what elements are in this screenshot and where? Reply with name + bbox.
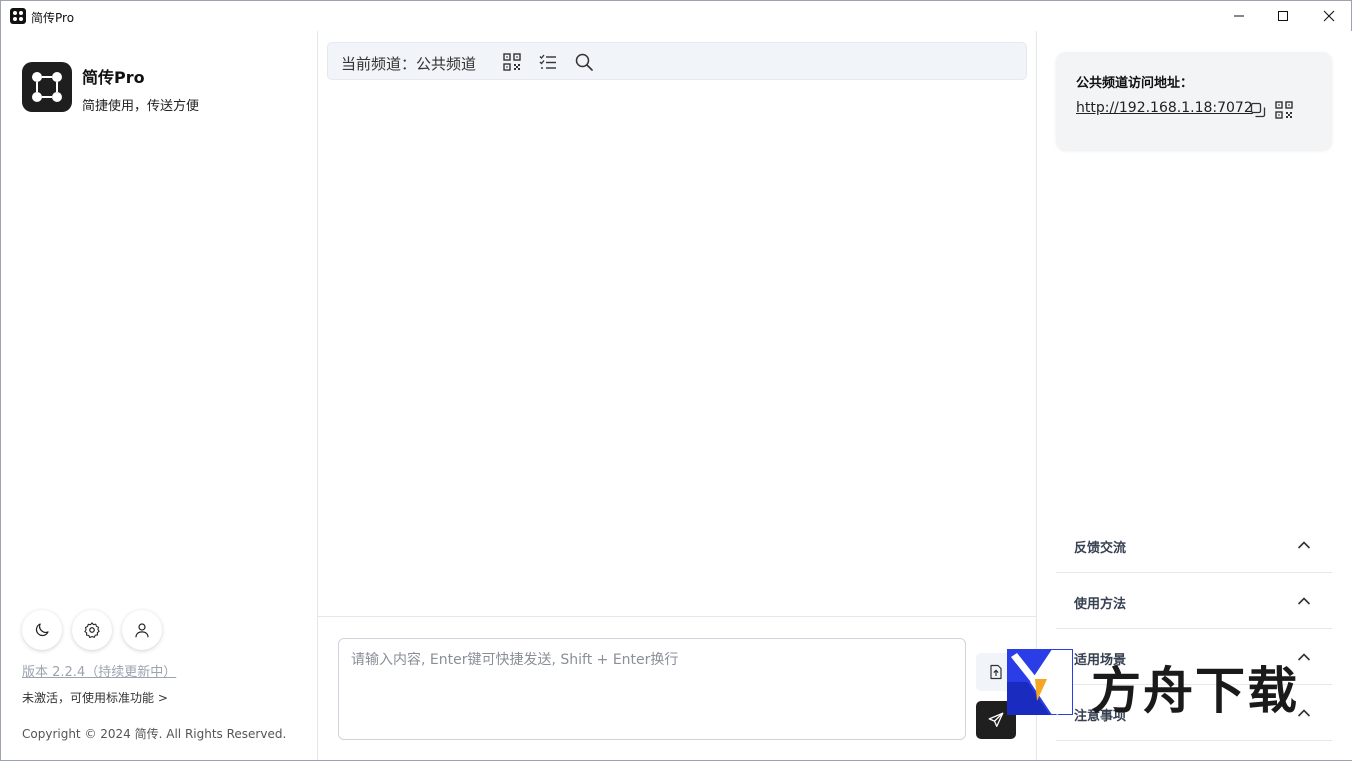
access-title: 公共频道访问地址：	[1076, 76, 1194, 91]
file-upload-icon	[990, 664, 1002, 680]
logo-icon	[32, 72, 62, 102]
channel-bar: 当前频道：公共频道	[327, 42, 1027, 80]
gear-icon	[84, 622, 100, 639]
minimize-icon	[1234, 15, 1244, 17]
qr-code-icon	[1275, 101, 1293, 119]
app-name: 简传Pro	[82, 68, 145, 87]
upload-file-button[interactable]	[976, 653, 1016, 691]
list-icon	[539, 54, 556, 69]
chevron-up-icon	[1294, 703, 1314, 723]
theme-toggle-button[interactable]	[22, 610, 62, 650]
chevron-up-icon	[1294, 535, 1314, 555]
accordion-usage[interactable]: 使用方法	[1056, 573, 1332, 629]
send-icon	[988, 712, 1004, 728]
accordion-scenarios[interactable]: 适用场景	[1056, 629, 1332, 685]
version-link[interactable]: 版本 2.2.4（持续更新中）	[22, 661, 176, 680]
channel-search-button[interactable]	[574, 52, 594, 72]
close-icon	[1323, 10, 1335, 22]
close-button[interactable]	[1306, 1, 1352, 31]
channel-qr-button[interactable]	[502, 52, 522, 72]
accordion-label: 反馈交流	[1074, 541, 1127, 556]
accordion-label: 使用方法	[1074, 597, 1127, 612]
send-button[interactable]	[976, 701, 1016, 739]
app-window: 简传Pro 简传Pro 简捷使用，传送方便 版本 2.2.4（持续更新中） 未激…	[0, 0, 1352, 761]
moon-icon	[35, 623, 49, 637]
access-url-link[interactable]: http://192.168.1.18:7072	[1076, 100, 1253, 116]
accordion-feedback[interactable]: 反馈交流	[1056, 517, 1332, 573]
minimize-button[interactable]	[1216, 1, 1262, 31]
window-title: 简传Pro	[31, 11, 75, 25]
user-button[interactable]	[122, 610, 162, 650]
chat-panel: 当前频道：公共频道	[317, 31, 1037, 760]
app-tagline: 简捷使用，传送方便	[82, 99, 200, 114]
chevron-up-icon	[1294, 647, 1314, 667]
search-icon	[575, 53, 593, 71]
activation-link[interactable]: 未激活，可使用标准功能 >	[22, 689, 168, 706]
chevron-up-icon	[1294, 591, 1314, 611]
info-panel: 公共频道访问地址： http://192.168.1.18:7072 反馈交流	[1038, 31, 1352, 760]
qr-code-icon	[503, 53, 521, 71]
maximize-button[interactable]	[1260, 1, 1306, 31]
copyright-text: Copyright © 2024 简传. All Rights Reserved…	[22, 727, 287, 741]
accordion-label: 适用场景	[1074, 653, 1127, 668]
app-logo	[22, 62, 72, 112]
channel-list-button[interactable]	[538, 52, 558, 72]
user-icon	[135, 623, 149, 638]
title-bar: 简传Pro	[1, 1, 1351, 31]
message-composer	[318, 616, 1036, 760]
settings-button[interactable]	[72, 610, 112, 650]
url-qr-button[interactable]	[1274, 100, 1294, 120]
accordion-notes[interactable]: 注意事项	[1056, 685, 1332, 741]
app-small-icon	[10, 8, 26, 24]
copy-url-button[interactable]	[1248, 100, 1268, 120]
access-card: 公共频道访问地址： http://192.168.1.18:7072	[1056, 52, 1332, 150]
maximize-icon	[1278, 11, 1288, 21]
sidebar: 简传Pro 简捷使用，传送方便 版本 2.2.4（持续更新中） 未激活，可使用标…	[2, 31, 317, 760]
message-input[interactable]	[338, 638, 966, 740]
copy-icon	[1250, 102, 1266, 118]
current-channel-label: 当前频道：公共频道	[341, 55, 477, 73]
accordion-label: 注意事项	[1074, 709, 1127, 724]
